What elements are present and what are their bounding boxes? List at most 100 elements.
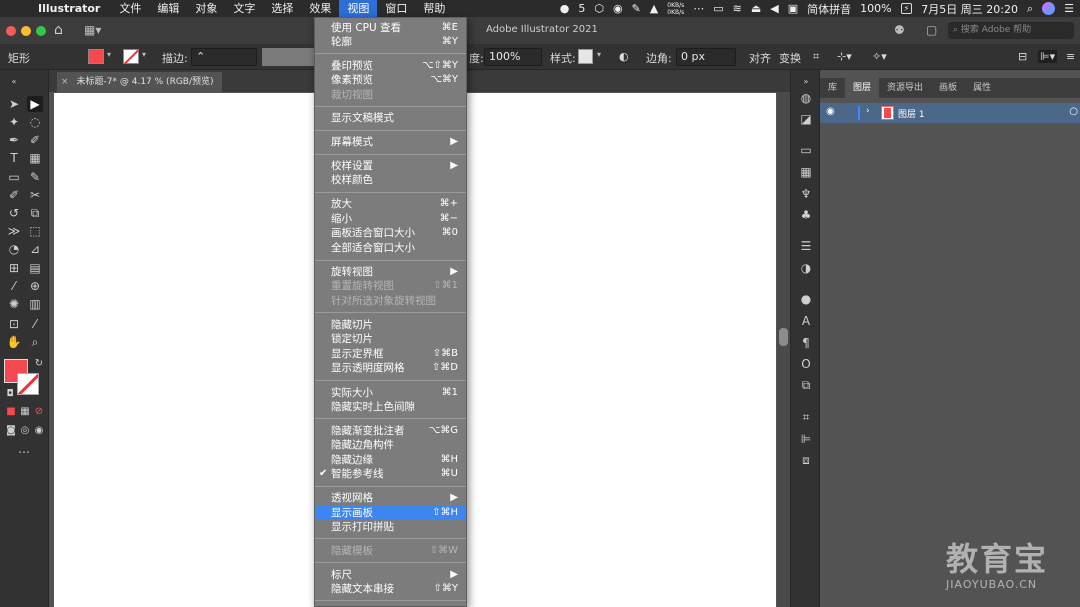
siri-icon[interactable]	[1042, 2, 1056, 15]
stroke-color-swatch[interactable]	[123, 49, 139, 64]
mesh-tool-icon[interactable]: ⊞	[6, 260, 22, 276]
perspective-grid-tool-icon[interactable]: ⊿	[27, 241, 43, 257]
menu-item-show-artboards[interactable]: 显示画板 ⇧⌘H	[315, 506, 466, 520]
corner-radius-field[interactable]: 0 px	[676, 48, 736, 66]
menu-select[interactable]: 选择	[263, 0, 301, 17]
menu-item-gpu-view[interactable]: 使用 CPU 查看 ⌘E	[315, 21, 466, 35]
symbol-sprayer-tool-icon[interactable]: ✺	[6, 296, 22, 312]
menu-item-outline[interactable]: 轮廓 ⌘Y	[315, 35, 466, 49]
opentype-panel-icon[interactable]: O	[798, 356, 814, 372]
paintbrush-tool-icon[interactable]: ✎	[27, 169, 43, 185]
selection-tool-icon[interactable]: ➤	[6, 96, 22, 112]
align-link[interactable]: 对齐	[749, 50, 771, 66]
menu-item-hide-corner-widget[interactable]: 隐藏边角构件	[315, 438, 466, 452]
menu-item-proof-setup[interactable]: 校样设置 ▶	[315, 159, 466, 173]
dots-icon[interactable]: ⋯	[693, 2, 704, 15]
line-segment-tool-icon[interactable]: ▦	[27, 150, 43, 166]
menu-window[interactable]: 窗口	[377, 0, 415, 17]
minimize-window-button[interactable]	[21, 26, 31, 36]
puppet-warp-icon[interactable]: ✧▾	[872, 50, 887, 63]
layer-row[interactable]: ◉ › 图层 1 ○	[820, 103, 1080, 123]
transparency-panel-icon[interactable]: ◑	[798, 260, 814, 276]
menu-item-hide-edges[interactable]: 隐藏边缘 ⌘H	[315, 453, 466, 467]
wechat-icon[interactable]: ●	[560, 2, 570, 15]
character-panel-icon[interactable]: A	[798, 313, 814, 329]
navigator-panel-icon[interactable]: ◪	[798, 111, 814, 127]
security-icon[interactable]: ⬡	[594, 2, 604, 15]
width-tool-icon[interactable]: ≫	[6, 223, 22, 239]
scale-tool-icon[interactable]: ⧉	[27, 205, 43, 221]
control-center-icon[interactable]: ☰	[1064, 2, 1074, 15]
symbols-panel-icon[interactable]: ♣	[798, 207, 814, 223]
battery-icon[interactable]: ⚡	[900, 3, 913, 14]
help-search-field[interactable]: ⌕ 搜索 Adobe 帮助	[948, 22, 1074, 39]
menu-item-pixel-preview[interactable]: 像素预览 ⌥⌘Y	[315, 73, 466, 87]
pathfinder-panel-icon[interactable]: ⧈	[798, 452, 814, 468]
stroke-color-box[interactable]	[17, 373, 39, 395]
menu-item-screen-mode[interactable]: 屏幕模式 ▶	[315, 135, 466, 149]
menu-item-hide-live-paint-gaps[interactable]: 隐藏实时上色间隙	[315, 400, 466, 414]
sync-icon[interactable]: ◉	[613, 2, 623, 15]
menu-item-actual-size[interactable]: 实际大小 ⌘1	[315, 386, 466, 400]
close-window-button[interactable]	[6, 26, 16, 36]
shape-builder-tool-icon[interactable]: ◔	[6, 241, 22, 257]
menu-help[interactable]: 帮助	[415, 0, 453, 17]
menu-item-hide-slices[interactable]: 隐藏切片	[315, 318, 466, 332]
menu-item-show-transparency-grid[interactable]: 显示透明度网格 ⇧⌘D	[315, 361, 466, 375]
default-fill-stroke-icon[interactable]: ◘	[2, 386, 18, 402]
transform-panel-icon[interactable]: ⌗	[798, 409, 814, 425]
volume-icon[interactable]: ◀	[770, 2, 778, 15]
magic-wand-tool-icon[interactable]: ✦	[6, 114, 22, 130]
rectangle-tool-icon[interactable]: ▭	[6, 169, 22, 185]
direct-selection-tool-icon[interactable]: ▶	[27, 96, 43, 112]
menu-item-show-bounding-box[interactable]: 显示定界框 ⇧⌘B	[315, 347, 466, 361]
distribute-icon[interactable]: ⊫▾	[1038, 50, 1058, 63]
layer-name[interactable]: 图层 1	[898, 107, 925, 120]
scrollbar-thumb[interactable]	[779, 328, 788, 346]
hand-tool-icon[interactable]: ✋	[6, 334, 22, 350]
eject-icon[interactable]: ⏏	[751, 2, 761, 15]
curvature-tool-icon[interactable]: ✐	[27, 132, 43, 148]
type-tool-icon[interactable]: T	[6, 150, 22, 166]
menu-item-lock-slices[interactable]: 锁定切片	[315, 332, 466, 346]
home-icon[interactable]: ⌂	[54, 22, 63, 38]
swap-fill-stroke-icon[interactable]: ↻	[31, 356, 47, 372]
transform-link[interactable]: 变换	[779, 50, 801, 66]
fill-color-swatch[interactable]	[88, 49, 104, 64]
menu-item-fit-artboard[interactable]: 画板适合窗口大小 ⌘0	[315, 226, 466, 240]
align-panel-icon[interactable]: ⊫	[798, 431, 814, 447]
menu-item-perspective-grid[interactable]: 透视网格 ▶	[315, 491, 466, 505]
share-icon[interactable]: ⚉	[894, 23, 905, 37]
tab-layers[interactable]: 图层	[845, 78, 880, 98]
draw-inside-icon[interactable]: ◉	[31, 423, 47, 439]
menu-item-proof-colors[interactable]: 校样颜色	[315, 173, 466, 187]
menu-item-presentation-mode[interactable]: 显示文稿模式	[315, 111, 466, 125]
menu-item-hide-text-threads[interactable]: 隐藏文本串接 ⇧⌘Y	[315, 582, 466, 596]
menu-object[interactable]: 对象	[187, 0, 225, 17]
close-tab-icon[interactable]: ×	[61, 77, 69, 87]
collapse-panels-icon[interactable]: »	[798, 74, 814, 90]
eyedropper-tool-icon[interactable]: ⁄	[6, 278, 22, 294]
appearance-panel-icon[interactable]: ◍	[798, 90, 814, 106]
links-panel-icon[interactable]: ⧉	[798, 377, 814, 393]
zoom-tool-icon[interactable]: ⌕	[27, 334, 43, 350]
menu-item-fit-all[interactable]: 全部适合窗口大小	[315, 241, 466, 255]
swatches-panel-icon[interactable]: ▦	[798, 164, 814, 180]
menu-file[interactable]: 文件	[111, 0, 149, 17]
opacity-field[interactable]: 100%	[484, 48, 542, 66]
gradient-tool-icon[interactable]: ▤	[27, 260, 43, 276]
document-tab[interactable]: × 未标题-7* @ 4.17 % (RGB/预览)	[57, 72, 222, 92]
menu-item-rotate-view[interactable]: 旋转视图 ▶	[315, 265, 466, 279]
tab-libraries[interactable]: 库	[820, 78, 845, 98]
wifi-icon[interactable]: ≋	[733, 2, 742, 15]
menu-item-show-print-tiling[interactable]: 显示打印拼贴	[315, 520, 466, 534]
free-transform-tool-icon[interactable]: ⬚	[27, 223, 43, 239]
tab-asset-export[interactable]: 资源导出	[879, 78, 931, 98]
brushes-panel-icon[interactable]: ♆	[798, 186, 814, 202]
paragraph-panel-icon[interactable]: ¶	[798, 335, 814, 351]
menu-item-hide-gradient-annotator[interactable]: 隐藏渐变批注者 ⌥⌘G	[315, 424, 466, 438]
gradient-panel-icon[interactable]: ▭	[798, 142, 814, 158]
input-method-icon[interactable]: ▣	[788, 2, 798, 15]
app-menu[interactable]: Illustrator	[34, 2, 111, 15]
style-dropdown-icon[interactable]: ▾	[597, 50, 601, 59]
